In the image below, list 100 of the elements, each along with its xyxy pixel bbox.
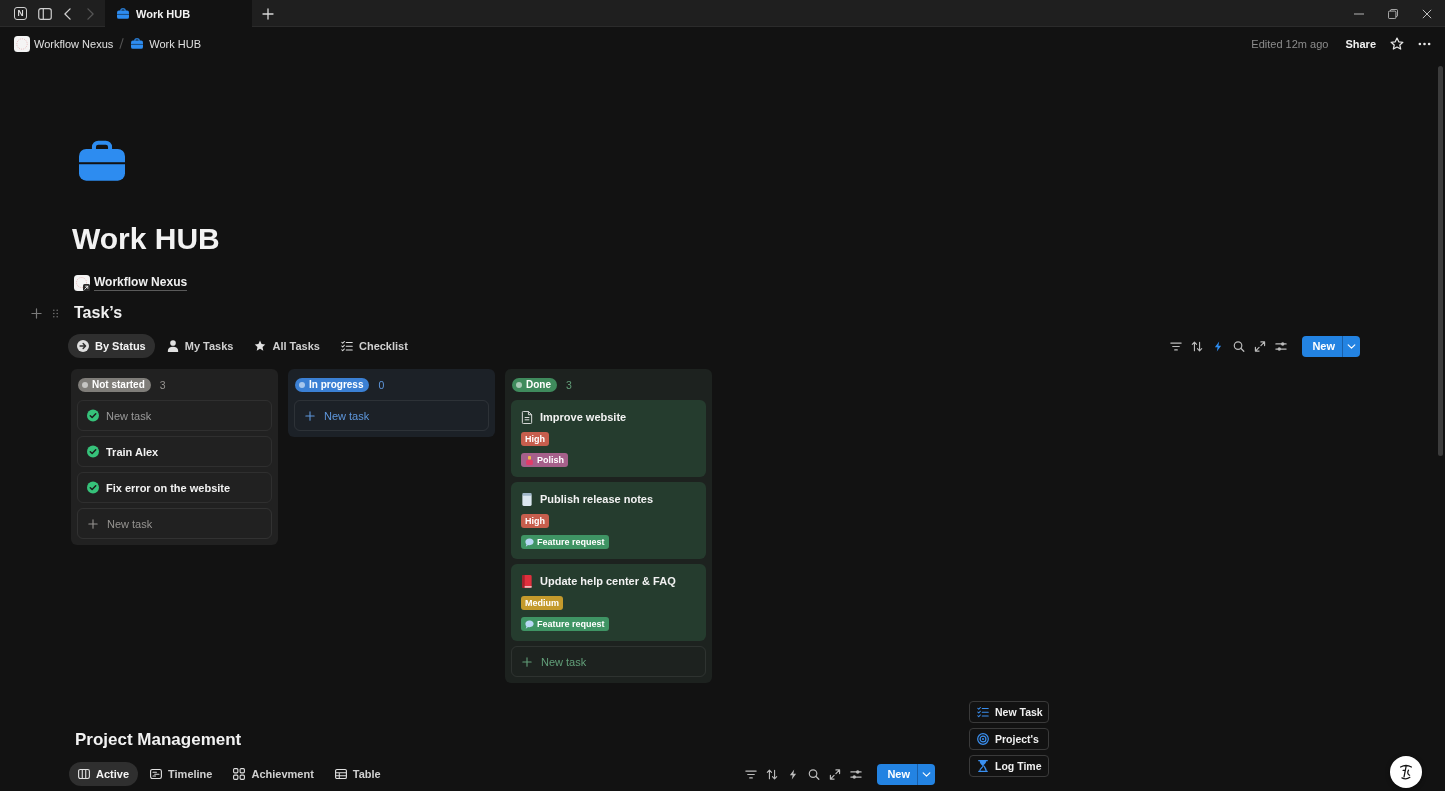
section-title: Task’s <box>74 303 123 323</box>
briefcase-icon <box>79 140 125 181</box>
item-count: 3 <box>566 379 572 391</box>
task-card[interactable]: Improve website High Polish <box>511 400 706 477</box>
expand-icon[interactable] <box>829 768 842 780</box>
status-label: In progress <box>309 378 364 392</box>
checklist-icon <box>977 706 989 718</box>
nail-polish-icon <box>525 455 534 465</box>
new-dropdown-button[interactable] <box>917 763 935 785</box>
person-icon <box>166 340 179 352</box>
status-dot-icon <box>299 382 305 388</box>
tag-label: Feature request <box>537 537 605 547</box>
doodle-icon <box>1397 763 1415 781</box>
more-icon[interactable] <box>1418 41 1431 46</box>
new-dropdown-button[interactable] <box>1342 335 1360 357</box>
workspace-link-icon <box>74 275 90 291</box>
page-title: Work HUB <box>72 221 220 257</box>
checklist-icon <box>340 340 353 352</box>
breadcrumb-link[interactable]: Work HUB <box>149 37 201 50</box>
action-button[interactable]: New Task <box>969 701 1049 723</box>
task-card[interactable]: Update help center & FAQ Medium Feature request <box>511 564 706 641</box>
restore-icon <box>1388 8 1398 19</box>
search-icon[interactable] <box>1233 340 1246 352</box>
briefcase-icon <box>117 8 129 19</box>
view-tab[interactable]: Timeline <box>141 762 222 786</box>
hourglass-icon <box>977 760 989 772</box>
favorite-star-icon[interactable] <box>1390 36 1404 51</box>
briefcase-icon <box>131 38 144 49</box>
task-card[interactable]: New task <box>77 400 272 431</box>
check-circle-icon <box>87 445 99 458</box>
chevron-left-icon[interactable] <box>64 7 71 20</box>
section-title: Project Management <box>75 729 242 751</box>
edited-time: Edited 12m ago <box>1251 37 1329 50</box>
sidebar-toggle-icon[interactable] <box>38 7 52 20</box>
scrollbar-thumb[interactable] <box>1438 66 1443 456</box>
target-icon <box>977 733 989 745</box>
action-button[interactable]: Log Time <box>969 755 1049 777</box>
sliders-icon[interactable] <box>1275 340 1288 352</box>
check-circle-icon <box>87 481 99 494</box>
status-dot-icon <box>82 382 88 388</box>
view-tab[interactable]: Achievment <box>224 762 323 786</box>
speech-bubble-icon <box>525 537 534 547</box>
add-block-icon[interactable] <box>31 307 42 319</box>
plus-icon <box>522 656 532 667</box>
board-view-icon <box>78 768 90 780</box>
expand-icon[interactable] <box>1254 340 1267 352</box>
tag-label: Polish <box>537 455 564 465</box>
table-icon <box>334 768 347 780</box>
new-tab-icon[interactable] <box>262 7 274 20</box>
sort-icon[interactable] <box>1191 340 1204 352</box>
plus-icon <box>305 410 315 421</box>
share-button[interactable]: Share <box>1345 37 1376 50</box>
breadcrumb-link[interactable]: Workflow Nexus <box>34 37 114 50</box>
new-button[interactable]: New <box>1302 335 1342 357</box>
filter-icon[interactable] <box>745 768 758 780</box>
document-icon <box>521 410 533 424</box>
close-icon <box>1422 8 1432 19</box>
item-count: 0 <box>378 379 385 391</box>
book-icon <box>521 574 533 588</box>
new-task-button[interactable]: New task <box>77 508 272 539</box>
sort-icon[interactable] <box>766 768 779 780</box>
notepad-icon <box>521 492 533 506</box>
task-card[interactable]: Train Alex <box>77 436 272 467</box>
chevron-down-icon <box>1347 343 1356 349</box>
view-tab[interactable]: Active <box>69 762 139 786</box>
timeline-icon <box>150 768 163 780</box>
browser-tab[interactable]: Work HUB <box>105 0 252 27</box>
workspace-icon <box>14 35 30 52</box>
view-tab[interactable]: By Status <box>68 334 155 358</box>
filter-icon[interactable] <box>1170 340 1183 352</box>
status-label: Done <box>526 378 551 392</box>
star-icon <box>254 340 267 352</box>
floating-action-button[interactable] <box>1390 756 1422 788</box>
priority-tag: High <box>521 432 549 446</box>
plus-icon <box>88 518 98 529</box>
new-task-button[interactable]: New task <box>294 400 489 431</box>
view-tab[interactable]: My Tasks <box>157 334 243 358</box>
page-link[interactable]: Workflow Nexus <box>94 275 188 291</box>
tag-label: Feature request <box>537 619 605 629</box>
check-circle-icon <box>87 409 99 422</box>
action-button[interactable]: Project's <box>969 728 1049 750</box>
status-dot-icon <box>516 382 522 388</box>
view-tab[interactable]: All Tasks <box>245 334 329 358</box>
priority-tag: Medium <box>521 596 563 610</box>
sliders-icon[interactable] <box>850 768 863 780</box>
item-count: 3 <box>159 379 166 391</box>
new-button[interactable]: New <box>877 763 917 785</box>
new-task-button[interactable]: New task <box>511 646 706 677</box>
arrow-circle-icon <box>77 340 89 352</box>
status-label: Not started <box>92 378 145 392</box>
speech-bubble-icon <box>525 619 534 629</box>
search-icon[interactable] <box>808 768 821 780</box>
grid-icon <box>233 768 246 780</box>
priority-tag: High <box>521 514 549 528</box>
drag-handle-icon[interactable] <box>53 308 58 318</box>
task-card[interactable]: Fix error on the website <box>77 472 272 503</box>
task-card[interactable]: Publish release notes High Feature request <box>511 482 706 559</box>
view-tab[interactable]: Checklist <box>331 334 417 358</box>
view-tab[interactable]: Table <box>325 762 390 786</box>
app-logo[interactable]: N <box>14 7 27 20</box>
